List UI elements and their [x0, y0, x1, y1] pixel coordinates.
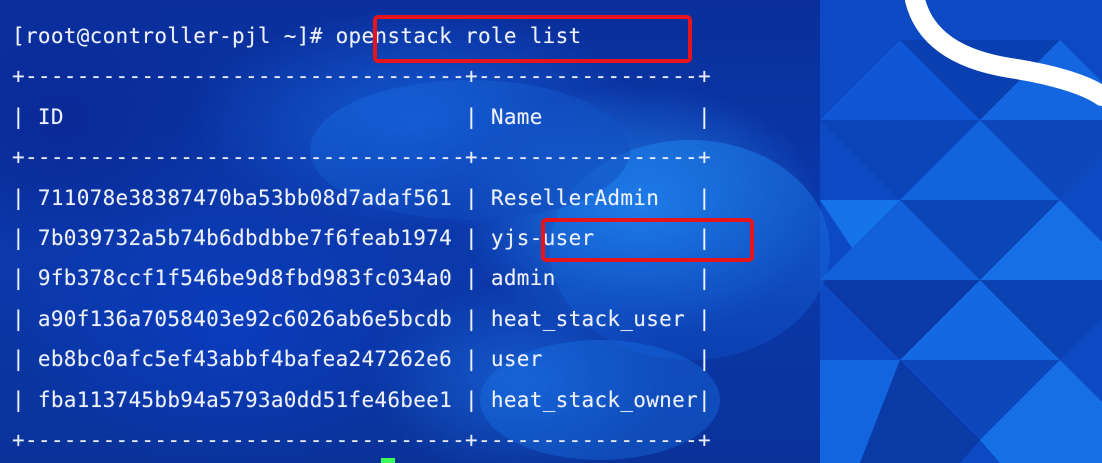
- table-row: | a90f136a7058403e92c6026ab6e5bcdb | hea…: [12, 306, 711, 331]
- table-row: | 9fb378ccf1f546be9d8fbd983fc034a0 | adm…: [12, 266, 711, 291]
- role-id: 9fb378ccf1f546be9d8fbd983fc034a0: [37, 266, 453, 291]
- role-name: user: [490, 347, 543, 372]
- role-id: a90f136a7058403e92c6026ab6e5bcdb: [37, 306, 453, 331]
- role-id: fba113745bb94a5793a0dd51fe46bee1: [37, 387, 453, 412]
- role-id: 711078e38387470ba53bb08d7adaf561: [37, 185, 453, 210]
- terminal-cursor: [381, 458, 395, 463]
- shell-prompt: [root@controller-pjl ~]#: [12, 24, 336, 48]
- role-name: ResellerAdmin: [490, 185, 660, 210]
- header-id: ID: [37, 104, 64, 129]
- table-row: | fba113745bb94a5793a0dd51fe46bee1 | hea…: [12, 387, 711, 412]
- table-row: | eb8bc0afc5ef43abbf4bafea247262e6 | use…: [12, 347, 711, 372]
- yjs-user-highlight-box: [541, 218, 754, 262]
- table-border-bottom: +----------------------------------+----…: [12, 427, 711, 452]
- header-name: Name: [490, 104, 543, 129]
- role-id: eb8bc0afc5ef43abbf4bafea247262e6: [37, 347, 453, 372]
- command-highlight-box: [373, 15, 692, 63]
- table-row: | 711078e38387470ba53bb08d7adaf561 | Res…: [12, 185, 711, 210]
- role-name: heat_stack_user: [490, 306, 686, 331]
- role-name: admin: [490, 266, 556, 291]
- table-header-row: | ID | Name |: [12, 104, 711, 129]
- table-border-header: +----------------------------------+----…: [12, 145, 711, 170]
- role-name: heat_stack_owner: [490, 387, 699, 412]
- role-id: 7b039732a5b74b6dbdbbe7f6feab1974: [37, 225, 453, 250]
